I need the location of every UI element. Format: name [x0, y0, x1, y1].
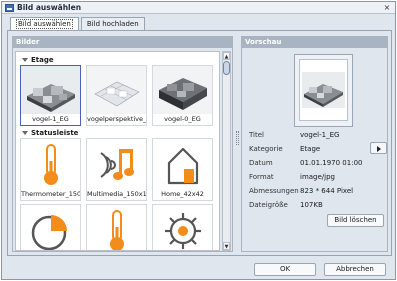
preview-frame — [294, 54, 353, 127]
prop-label: Abmessungen — [249, 187, 299, 195]
dialog-footer: OK Abbrechen — [2, 260, 395, 280]
wireframe-thumbnail — [87, 66, 146, 114]
gallery-item[interactable] — [20, 204, 81, 250]
pie-chart-icon — [31, 215, 67, 250]
gallery-item-label: vogel-1_EG — [32, 115, 69, 123]
gallery-item-label: vogel-0_EG — [164, 115, 201, 123]
prop-label: Format — [249, 173, 274, 181]
group-header-statusleiste[interactable]: Statusleiste — [22, 129, 78, 137]
collapse-triangle-icon — [22, 58, 28, 62]
gallery-item[interactable]: Multimedia_150x1... — [86, 138, 147, 201]
tab-content: Bilder Etage vogel-1_EG vogelperspektive… — [7, 30, 392, 256]
prop-label: Titel — [249, 131, 265, 139]
prop-label: Dateigröße — [249, 201, 288, 209]
prop-value: 107KB — [300, 201, 323, 209]
gallery-scrollbar[interactable]: ▲ ▼ — [222, 51, 231, 251]
gallery-item[interactable]: Home_42x42 — [152, 138, 213, 201]
gallery-item-label: Multimedia_150x1... — [87, 190, 146, 198]
panel-splitter[interactable] — [236, 131, 239, 145]
delete-image-button[interactable]: Bild löschen — [327, 214, 384, 227]
prop-row-dimensions: Abmessungen 823 * 644 Pixel — [249, 185, 384, 197]
thermometer-icon — [43, 144, 58, 185]
images-panel-header: Bilder — [13, 37, 232, 48]
prop-label: Datum — [249, 159, 273, 167]
group-name: Etage — [31, 56, 54, 64]
floorplan-thumbnail — [21, 66, 80, 114]
collapse-triangle-icon — [22, 131, 28, 135]
ok-button[interactable]: OK — [254, 263, 316, 276]
scroll-thumb[interactable] — [223, 61, 230, 75]
window-icon — [5, 4, 14, 12]
title-bar: Bild auswählen × — [2, 2, 395, 14]
prop-value: Etage — [300, 145, 321, 153]
prop-row-format: Format image/jpg — [249, 171, 384, 183]
image-select-dialog: Bild auswählen × Bild auswählen Bild hoc… — [1, 1, 396, 280]
gear-icon — [164, 213, 201, 249]
tab-bar: Bild auswählen Bild hochladen — [10, 17, 145, 31]
home-icon — [167, 147, 198, 185]
thermometer-icon — [109, 210, 124, 250]
prop-row-category: Kategorie Etage — [249, 142, 387, 155]
group-header-etage[interactable]: Etage — [22, 56, 54, 64]
tab-upload-image-label: Bild hochladen — [86, 20, 139, 28]
category-play-button[interactable] — [370, 142, 387, 154]
gallery-item[interactable]: Thermometer_150... — [20, 138, 81, 201]
prop-label: Kategorie — [249, 145, 283, 153]
preview-panel: Vorschau Titel vogel-1_EG Kategorie Etag… — [241, 36, 388, 252]
prop-row-date: Datum 01.01.1970 01:00 — [249, 157, 384, 169]
prop-value: 01.01.1970 01:00 — [300, 159, 363, 167]
gallery-item-label: Thermometer_150... — [21, 190, 80, 198]
tab-select-image[interactable]: Bild auswählen — [10, 17, 79, 31]
scroll-up-arrow-icon[interactable]: ▲ — [223, 52, 230, 60]
prop-row-title: Titel vogel-1_EG — [249, 129, 384, 141]
preview-panel-header: Vorschau — [242, 37, 387, 48]
prop-value: image/jpg — [300, 173, 335, 181]
gallery-item[interactable] — [152, 204, 213, 250]
gallery-item[interactable]: vogel-0_EG — [152, 65, 213, 126]
window-title: Bild auswählen — [17, 3, 82, 12]
image-gallery[interactable]: Etage vogel-1_EG vogelperspektive_... vo… — [15, 51, 220, 251]
prop-row-filesize: Dateigröße 107KB — [249, 199, 384, 211]
prop-value: 823 * 644 Pixel — [300, 187, 354, 195]
gallery-item[interactable]: vogel-1_EG — [20, 65, 81, 126]
images-panel: Bilder Etage vogel-1_EG vogelperspektive… — [12, 36, 233, 252]
prop-value: vogel-1_EG — [300, 131, 340, 139]
tab-upload-image[interactable]: Bild hochladen — [80, 17, 145, 30]
gallery-item-label: vogelperspektive_... — [87, 115, 146, 123]
group-name: Statusleiste — [31, 129, 79, 137]
tab-select-image-label: Bild auswählen — [16, 19, 73, 29]
multimedia-icon — [99, 149, 134, 180]
floorplan-thumbnail — [153, 66, 212, 114]
preview-image — [299, 59, 348, 121]
gallery-item[interactable] — [86, 204, 147, 250]
cancel-button[interactable]: Abbrechen — [324, 263, 386, 276]
gallery-item[interactable]: vogelperspektive_... — [86, 65, 147, 126]
close-button[interactable]: × — [382, 3, 392, 12]
gallery-item-label: Home_42x42 — [161, 190, 204, 198]
scroll-down-arrow-icon[interactable]: ▼ — [223, 242, 230, 250]
